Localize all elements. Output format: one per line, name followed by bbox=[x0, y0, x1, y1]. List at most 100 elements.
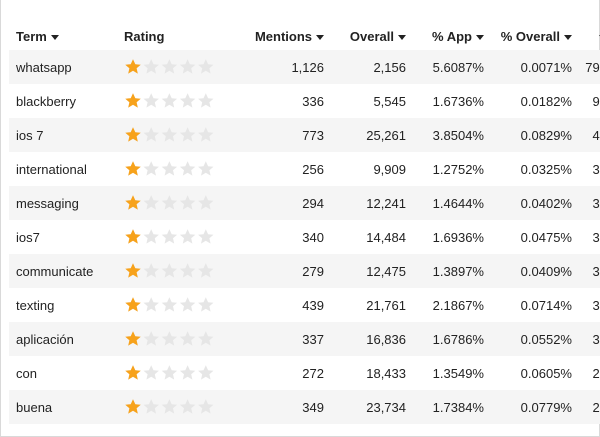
star-empty-icon bbox=[143, 161, 159, 176]
mentions-cell: 272 bbox=[302, 365, 324, 381]
table-header-row: Term Rating Mentions Overall % App % Ove… bbox=[9, 0, 600, 50]
unlabeled-cell: 22 bbox=[592, 399, 600, 415]
table-row[interactable]: international 256 9,909 1.2752% 0.0325% 39 bbox=[9, 152, 600, 186]
overall-cell: 12,475 bbox=[366, 263, 406, 279]
rating-cell bbox=[116, 390, 219, 424]
rating-cell bbox=[116, 186, 219, 220]
star-empty-icon bbox=[161, 195, 178, 210]
table-row[interactable]: texting 439 21,761 2.1867% 0.0714% 31 bbox=[9, 288, 600, 322]
star-empty-icon bbox=[198, 195, 214, 210]
star-empty-icon bbox=[198, 399, 214, 414]
star-filled-icon bbox=[125, 399, 141, 414]
overall-cell: 2,156 bbox=[373, 59, 406, 75]
star-rating bbox=[124, 398, 215, 416]
star-empty-icon bbox=[179, 93, 196, 108]
pct-overall-cell: 0.0605% bbox=[520, 365, 572, 381]
star-empty-icon bbox=[143, 399, 159, 414]
pct-overall-cell: 0.0409% bbox=[520, 263, 572, 279]
table-row[interactable]: buena 349 23,734 1.7384% 0.0779% 22 bbox=[9, 390, 600, 424]
star-rating-icon bbox=[125, 127, 214, 142]
pct-app-cell: 1.6736% bbox=[432, 93, 484, 109]
star-empty-icon bbox=[161, 365, 178, 380]
keyword-table-panel: Term Rating Mentions Overall % App % Ove… bbox=[0, 0, 600, 437]
star-empty-icon bbox=[198, 229, 214, 244]
pct-overall-cell: 0.0475% bbox=[520, 229, 572, 245]
pct-app-cell: 1.7384% bbox=[432, 399, 484, 415]
overall-cell: 12,241 bbox=[366, 195, 406, 211]
table-row[interactable]: communicate 279 12,475 1.3897% 0.0409% 34 bbox=[9, 254, 600, 288]
pct-overall-cell: 0.0779% bbox=[520, 399, 572, 415]
column-header-pct-overall[interactable]: % Overall bbox=[484, 0, 572, 50]
column-header-mentions[interactable]: Mentions bbox=[219, 0, 324, 50]
overall-cell: 5,545 bbox=[373, 93, 406, 109]
table-row[interactable]: aplicación 337 16,836 1.6786% 0.0552% 30 bbox=[9, 322, 600, 356]
table-row[interactable]: blackberry 336 5,545 1.6736% 0.0182% 92 bbox=[9, 84, 600, 118]
pct-app-cell: 1.6786% bbox=[432, 331, 484, 347]
star-empty-icon bbox=[161, 161, 178, 176]
sort-caret-icon bbox=[564, 35, 572, 41]
unlabeled-cell: 36 bbox=[592, 195, 600, 211]
rating-cell bbox=[116, 322, 219, 356]
star-empty-icon bbox=[161, 93, 178, 108]
star-empty-icon bbox=[161, 59, 178, 74]
star-rating bbox=[124, 126, 215, 144]
star-filled-icon bbox=[125, 195, 141, 210]
rating-cell bbox=[116, 84, 219, 118]
mentions-cell: 1,126 bbox=[291, 59, 324, 75]
table-row[interactable]: ios7 340 14,484 1.6936% 0.0475% 36 bbox=[9, 220, 600, 254]
keyword-table: Term Rating Mentions Overall % App % Ove… bbox=[9, 0, 600, 424]
star-empty-icon bbox=[143, 127, 159, 142]
term-cell: messaging bbox=[16, 195, 79, 211]
star-empty-icon bbox=[179, 195, 196, 210]
unlabeled-cell: 36 bbox=[592, 229, 600, 245]
column-header-unlabeled[interactable] bbox=[572, 0, 600, 50]
rating-cell bbox=[116, 288, 219, 322]
column-header-term[interactable]: Term bbox=[9, 0, 116, 50]
star-empty-icon bbox=[143, 331, 159, 346]
star-empty-icon bbox=[198, 331, 214, 346]
rating-cell bbox=[116, 254, 219, 288]
overall-cell: 16,836 bbox=[366, 331, 406, 347]
column-header-pct-app[interactable]: % App bbox=[406, 0, 484, 50]
star-empty-icon bbox=[198, 263, 214, 278]
star-empty-icon bbox=[179, 399, 196, 414]
mentions-cell: 340 bbox=[302, 229, 324, 245]
pct-overall-cell: 0.0714% bbox=[520, 297, 572, 313]
star-filled-icon bbox=[125, 297, 141, 312]
term-cell: buena bbox=[16, 399, 53, 415]
mentions-cell: 349 bbox=[302, 399, 324, 415]
mentions-cell: 773 bbox=[302, 127, 324, 143]
star-rating bbox=[124, 92, 215, 110]
overall-cell: 14,484 bbox=[366, 229, 406, 245]
star-filled-icon bbox=[125, 59, 141, 74]
unlabeled-cell: 22 bbox=[592, 365, 600, 381]
pct-overall-cell: 0.0552% bbox=[520, 331, 572, 347]
star-empty-icon bbox=[143, 195, 159, 210]
star-rating-icon bbox=[125, 399, 214, 414]
star-filled-icon bbox=[125, 331, 141, 346]
table-row[interactable]: ios 7 773 25,261 3.8504% 0.0829% 46 bbox=[9, 118, 600, 152]
column-header-overall[interactable]: Overall bbox=[324, 0, 406, 50]
table-row[interactable]: con 272 18,433 1.3549% 0.0605% 22 bbox=[9, 356, 600, 390]
term-cell: international bbox=[16, 161, 87, 177]
table-row[interactable]: whatsapp 1,126 2,156 5.6087% 0.0071% 792 bbox=[9, 50, 600, 84]
column-header-pct-overall-label: % Overall bbox=[500, 29, 560, 44]
star-rating bbox=[124, 296, 215, 314]
star-rating-icon bbox=[125, 297, 214, 312]
overall-cell: 9,909 bbox=[373, 161, 406, 177]
table-row[interactable]: messaging 294 12,241 1.4644% 0.0402% 36 bbox=[9, 186, 600, 220]
star-filled-icon bbox=[125, 93, 141, 108]
mentions-cell: 337 bbox=[302, 331, 324, 347]
sort-caret-icon bbox=[398, 35, 406, 41]
unlabeled-cell: 31 bbox=[592, 297, 600, 313]
star-empty-icon bbox=[143, 365, 159, 380]
term-cell: whatsapp bbox=[16, 59, 72, 75]
column-header-rating: Rating bbox=[116, 0, 219, 50]
sort-caret-icon bbox=[50, 35, 59, 41]
column-header-overall-label: Overall bbox=[349, 29, 394, 44]
star-empty-icon bbox=[143, 229, 159, 244]
star-empty-icon bbox=[179, 297, 196, 312]
pct-app-cell: 1.4644% bbox=[432, 195, 484, 211]
sort-caret-icon bbox=[316, 35, 324, 41]
overall-cell: 23,734 bbox=[366, 399, 406, 415]
